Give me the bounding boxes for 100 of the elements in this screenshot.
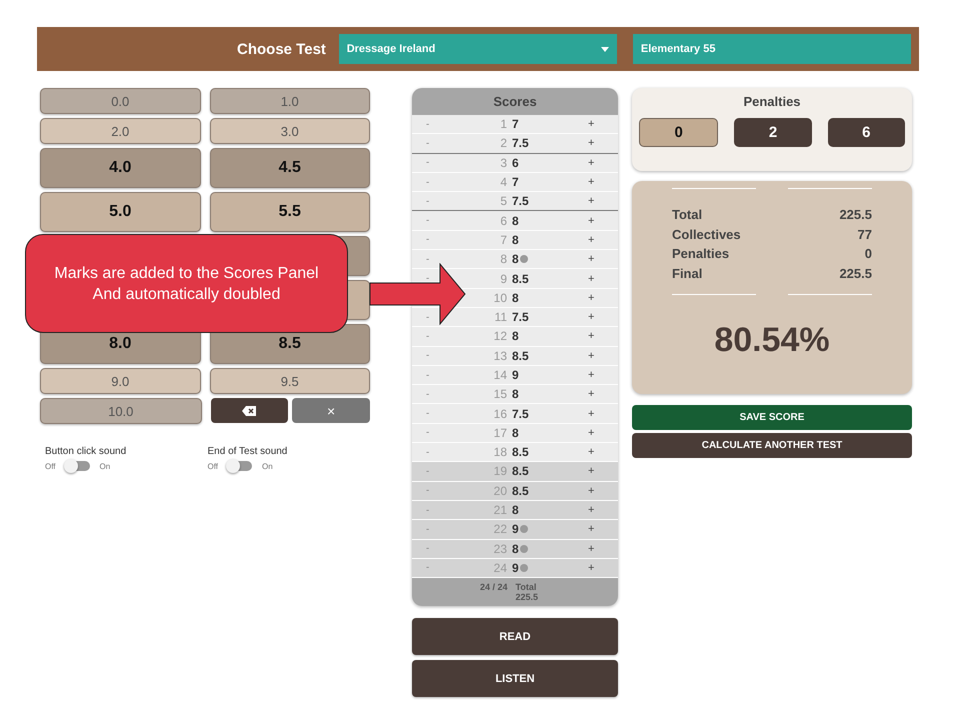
backspace-button[interactable] <box>210 398 288 423</box>
movement-number: 14 <box>492 368 508 382</box>
plus-button[interactable]: + <box>588 156 618 169</box>
score-value: 8 <box>512 290 519 305</box>
total-value: 225.5 <box>516 592 538 602</box>
callout-text: And automatically doubled <box>92 284 280 304</box>
movement-number: 2 <box>499 136 508 150</box>
plus-button[interactable]: + <box>588 330 618 342</box>
save-score-button[interactable]: SAVE SCORE <box>632 405 912 430</box>
choose-test-label: Choose Test <box>237 40 327 58</box>
score-value: 7 <box>512 117 519 132</box>
mark-button[interactable]: 9.5 <box>210 368 370 394</box>
score-value: 8 <box>512 329 519 344</box>
mark-button[interactable]: 2.0 <box>40 118 200 144</box>
score-value: 8 <box>512 387 519 402</box>
plus-button[interactable]: + <box>588 426 618 439</box>
penalty-button[interactable]: 0 <box>639 118 718 147</box>
mark-button[interactable]: 5.0 <box>40 192 200 232</box>
mark-button[interactable]: 0.0 <box>40 88 200 114</box>
movement-number: 22 <box>492 522 508 536</box>
plus-button[interactable]: + <box>588 523 618 536</box>
score-value: 8 <box>512 426 519 440</box>
movement-number: 4 <box>499 175 508 190</box>
plus-button[interactable]: + <box>588 562 618 574</box>
score-value: 8.5 <box>512 348 529 363</box>
plus-button[interactable]: + <box>588 292 618 304</box>
toggle-label: End of Test sound <box>208 446 288 457</box>
plus-button[interactable]: + <box>588 484 618 497</box>
percentage-value: 80.54% <box>713 320 831 360</box>
movement-number: 18 <box>492 445 508 460</box>
score-value: 7.5 <box>512 406 529 421</box>
summary-label: Final <box>672 265 702 284</box>
mark-button[interactable]: 4.5 <box>210 148 370 188</box>
score-value: 8.5 <box>512 272 529 286</box>
plus-button[interactable]: + <box>588 176 618 188</box>
movement-number: 12 <box>492 329 508 344</box>
action-button[interactable]: READ <box>412 618 618 656</box>
action-button[interactable]: LISTEN <box>412 660 618 698</box>
plus-button[interactable]: + <box>588 118 618 130</box>
plus-button[interactable]: + <box>588 388 618 400</box>
plus-button[interactable]: + <box>588 272 618 285</box>
score-value: 7.5 <box>512 194 529 208</box>
movement-number: 1 <box>499 117 508 132</box>
plus-button[interactable]: + <box>588 253 618 266</box>
mark-button[interactable]: 1.0 <box>210 88 370 114</box>
movement-number: 24 <box>492 560 508 575</box>
penalty-button[interactable]: 2 <box>734 118 812 147</box>
clear-button[interactable]: × <box>292 398 370 423</box>
movement-number: 3 <box>499 156 508 170</box>
score-value: 8.5 <box>512 445 529 460</box>
penalties-title: Penalties <box>742 94 802 109</box>
score-value: 8.5 <box>512 464 529 478</box>
movement-number: 13 <box>492 348 508 363</box>
off-label: Off <box>45 462 56 470</box>
movement-number: 8 <box>499 252 508 266</box>
mark-button[interactable]: 5.5 <box>210 192 370 232</box>
score-value: 8.5 <box>512 484 529 498</box>
plus-button[interactable]: + <box>588 195 618 208</box>
penalty-button[interactable]: 6 <box>828 118 905 147</box>
movement-number: 9 <box>499 272 508 286</box>
plus-button[interactable]: + <box>588 504 618 516</box>
plus-button[interactable]: + <box>588 234 618 246</box>
backspace-icon <box>242 406 256 416</box>
score-value: 7.5 <box>512 310 529 324</box>
movement-number: 11 <box>494 310 508 324</box>
movement-number: 20 <box>492 484 508 498</box>
movement-number: 16 <box>492 406 508 421</box>
score-value: 7 <box>512 175 519 190</box>
plus-button[interactable]: + <box>588 137 618 150</box>
mark-button[interactable]: 4.0 <box>40 148 200 188</box>
plus-button[interactable]: + <box>588 214 618 227</box>
summary-label: Total <box>672 206 702 224</box>
plus-button[interactable]: + <box>588 465 618 478</box>
summary-value: 77 <box>858 226 872 244</box>
sound-switch[interactable] <box>66 461 90 471</box>
scores-title: Scores <box>412 88 618 115</box>
off-label: Off <box>208 462 218 470</box>
score-value: 6 <box>512 156 519 170</box>
movement-number: 5 <box>499 194 508 208</box>
calculate-button[interactable]: CALCULATE ANOTHER TEST <box>632 433 912 458</box>
plus-button[interactable]: + <box>588 446 618 458</box>
plus-button[interactable]: + <box>588 542 618 555</box>
summary-value: 0 <box>864 245 872 264</box>
plus-button[interactable]: + <box>588 311 618 324</box>
plus-button[interactable]: + <box>588 408 618 420</box>
mark-button[interactable]: 9.0 <box>40 368 200 394</box>
sound-switch[interactable] <box>228 461 252 471</box>
mark-button[interactable]: 10.0 <box>40 398 202 424</box>
score-value: 8 <box>512 252 519 266</box>
plus-button[interactable]: + <box>588 350 618 362</box>
movement-number: 23 <box>492 542 508 556</box>
toggle-label: Button click sound <box>45 446 128 457</box>
total-label: Total <box>516 582 538 592</box>
score-value: 8 <box>512 214 519 228</box>
score-count: 24 / 24 <box>480 582 508 594</box>
score-value: 9 <box>512 368 519 382</box>
mark-button[interactable]: 3.0 <box>210 118 370 144</box>
plus-button[interactable]: + <box>588 369 618 381</box>
summary-label: Collectives <box>672 226 741 244</box>
summary-value: 225.5 <box>839 265 872 284</box>
